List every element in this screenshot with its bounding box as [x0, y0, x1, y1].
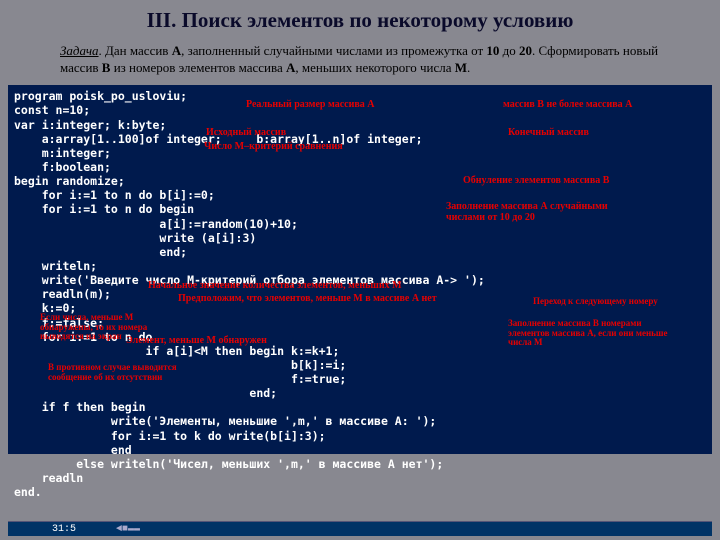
editor-status-bar: 31:5 ◄■▬▬	[8, 521, 712, 536]
ann-b-limit: массив В не более массива А	[503, 99, 632, 111]
code-screenshot: program poisk_po_usloviu; const n=10; va…	[8, 85, 712, 454]
ann-assume: Предположим, что элементов, меньше М в м…	[178, 293, 437, 305]
ann-k-init: Начальное значение количества элементов,…	[148, 280, 402, 292]
ann-else: В противном случае выводится сообщение о…	[48, 363, 198, 382]
ann-fill-b: Заполнение массива В номерами элементов …	[508, 319, 678, 347]
ann-if-found: Если числа, меньше М обнаружены, то их н…	[40, 313, 170, 341]
ann-real-size: Реальный размер массива А	[246, 99, 375, 111]
scroll-marker-icon: ◄■▬▬	[116, 524, 140, 535]
ann-dst-array: Конечный массив	[508, 127, 589, 139]
task-paragraph: Задача. Дан массив A, заполненный случай…	[0, 39, 720, 82]
cursor-position: 31:5	[52, 524, 76, 535]
task-label: Задача	[60, 43, 99, 58]
slide-title: III. Поиск элементов по некоторому услов…	[0, 0, 720, 39]
ann-fill-a: Заполнение массива А случайными числами …	[446, 201, 626, 223]
ann-src-array: Исходный массив	[206, 127, 286, 139]
ann-next-i: Переход к следующему номеру	[533, 296, 658, 307]
ann-zero-b: Обнуление элементов массива В	[463, 175, 609, 187]
ann-m-crit: Число М–критерий сравнения	[204, 141, 343, 153]
